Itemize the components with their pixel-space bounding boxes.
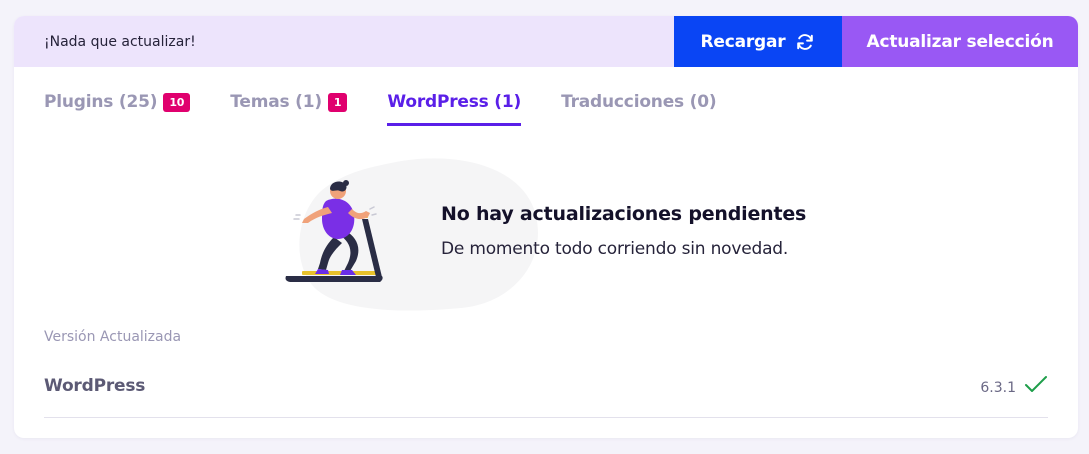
tab-wordpress[interactable]: WordPress (1): [387, 88, 522, 126]
reload-button[interactable]: Recargar: [674, 16, 842, 67]
plugins-count-badge: 10: [163, 92, 191, 112]
treadmill-runner-illustration: [285, 180, 383, 282]
item-name: WordPress: [44, 376, 146, 396]
tab-themes[interactable]: Temas (1) 1: [230, 88, 348, 116]
tab-translations-label: Traducciones (0): [561, 92, 717, 112]
tab-wordpress-label: WordPress (1): [387, 92, 522, 112]
empty-state-title: No hay actualizaciones pendientes: [441, 203, 807, 225]
reload-button-label: Recargar: [700, 31, 786, 52]
updates-panel: ¡Nada que actualizar! Recargar Actualiza…: [14, 16, 1078, 438]
item-version: 6.3.1: [980, 380, 1016, 396]
tab-plugins-label: Plugins (25): [44, 92, 158, 112]
list-item: WordPress 6.3.1: [44, 370, 1048, 418]
empty-state: No hay actualizaciones pendientes De mom…: [282, 157, 842, 317]
update-selection-button[interactable]: Actualizar selección: [842, 16, 1078, 67]
tab-themes-label: Temas (1): [230, 92, 322, 112]
update-tabs: Plugins (25) 10 Temas (1) 1 WordPress (1…: [44, 88, 717, 126]
themes-count-badge: 1: [327, 92, 348, 112]
status-message: ¡Nada que actualizar!: [44, 33, 196, 50]
check-icon: [1024, 375, 1048, 395]
refresh-icon: [795, 32, 815, 52]
status-banner: ¡Nada que actualizar! Recargar Actualiza…: [14, 16, 1078, 67]
tab-translations[interactable]: Traducciones (0): [561, 88, 717, 116]
empty-state-subtitle: De momento todo corriendo sin novedad.: [441, 239, 789, 259]
tab-plugins[interactable]: Plugins (25) 10: [44, 88, 191, 116]
section-label: Versión Actualizada: [44, 329, 182, 345]
item-status: 6.3.1: [980, 374, 1048, 396]
